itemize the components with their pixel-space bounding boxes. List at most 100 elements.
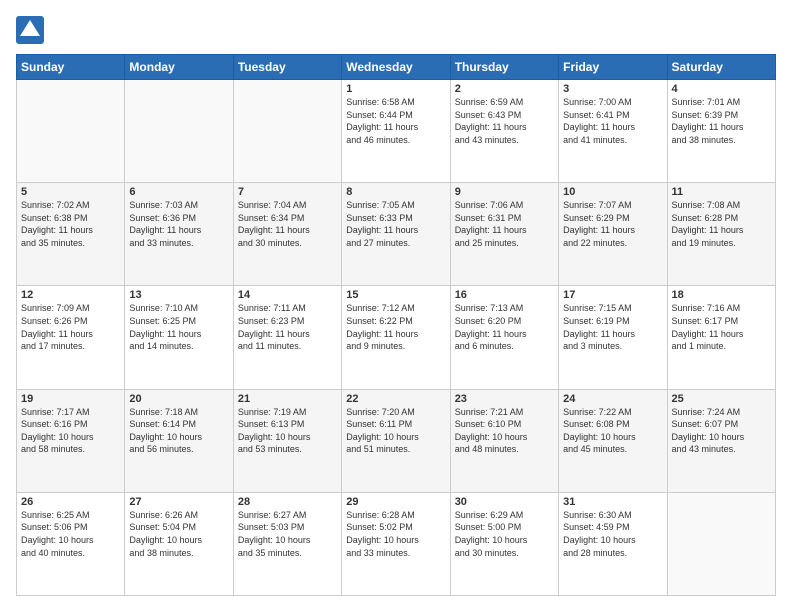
day-info: Sunrise: 7:05 AM Sunset: 6:33 PM Dayligh… xyxy=(346,199,445,249)
day-info: Sunrise: 7:04 AM Sunset: 6:34 PM Dayligh… xyxy=(238,199,337,249)
day-info: Sunrise: 7:15 AM Sunset: 6:19 PM Dayligh… xyxy=(563,302,662,352)
day-number: 28 xyxy=(238,496,337,508)
weekday-header-sunday: Sunday xyxy=(17,55,125,80)
day-number: 31 xyxy=(563,496,662,508)
day-info: Sunrise: 6:25 AM Sunset: 5:06 PM Dayligh… xyxy=(21,509,120,559)
day-info: Sunrise: 7:21 AM Sunset: 6:10 PM Dayligh… xyxy=(455,406,554,456)
day-number: 19 xyxy=(21,393,120,405)
weekday-header-row: SundayMondayTuesdayWednesdayThursdayFrid… xyxy=(17,55,776,80)
calendar-cell: 19Sunrise: 7:17 AM Sunset: 6:16 PM Dayli… xyxy=(17,389,125,492)
calendar-cell: 9Sunrise: 7:06 AM Sunset: 6:31 PM Daylig… xyxy=(450,183,558,286)
day-number: 12 xyxy=(21,289,120,301)
week-row-4: 26Sunrise: 6:25 AM Sunset: 5:06 PM Dayli… xyxy=(17,492,776,595)
day-number: 23 xyxy=(455,393,554,405)
day-info: Sunrise: 7:19 AM Sunset: 6:13 PM Dayligh… xyxy=(238,406,337,456)
day-info: Sunrise: 7:13 AM Sunset: 6:20 PM Dayligh… xyxy=(455,302,554,352)
weekday-header-monday: Monday xyxy=(125,55,233,80)
calendar-cell xyxy=(17,80,125,183)
day-info: Sunrise: 6:30 AM Sunset: 4:59 PM Dayligh… xyxy=(563,509,662,559)
day-number: 30 xyxy=(455,496,554,508)
day-number: 2 xyxy=(455,83,554,95)
calendar-cell: 16Sunrise: 7:13 AM Sunset: 6:20 PM Dayli… xyxy=(450,286,558,389)
week-row-1: 5Sunrise: 7:02 AM Sunset: 6:38 PM Daylig… xyxy=(17,183,776,286)
weekday-header-friday: Friday xyxy=(559,55,667,80)
day-info: Sunrise: 7:22 AM Sunset: 6:08 PM Dayligh… xyxy=(563,406,662,456)
calendar-cell: 17Sunrise: 7:15 AM Sunset: 6:19 PM Dayli… xyxy=(559,286,667,389)
header xyxy=(16,16,776,44)
page: SundayMondayTuesdayWednesdayThursdayFrid… xyxy=(0,0,792,612)
logo xyxy=(16,16,48,44)
calendar-cell: 11Sunrise: 7:08 AM Sunset: 6:28 PM Dayli… xyxy=(667,183,775,286)
calendar-cell: 21Sunrise: 7:19 AM Sunset: 6:13 PM Dayli… xyxy=(233,389,341,492)
day-number: 1 xyxy=(346,83,445,95)
day-number: 8 xyxy=(346,186,445,198)
day-number: 10 xyxy=(563,186,662,198)
calendar-cell: 3Sunrise: 7:00 AM Sunset: 6:41 PM Daylig… xyxy=(559,80,667,183)
day-number: 4 xyxy=(672,83,771,95)
day-number: 5 xyxy=(21,186,120,198)
weekday-header-saturday: Saturday xyxy=(667,55,775,80)
weekday-header-thursday: Thursday xyxy=(450,55,558,80)
day-info: Sunrise: 7:12 AM Sunset: 6:22 PM Dayligh… xyxy=(346,302,445,352)
calendar-cell: 12Sunrise: 7:09 AM Sunset: 6:26 PM Dayli… xyxy=(17,286,125,389)
calendar-cell: 7Sunrise: 7:04 AM Sunset: 6:34 PM Daylig… xyxy=(233,183,341,286)
day-number: 9 xyxy=(455,186,554,198)
day-number: 18 xyxy=(672,289,771,301)
day-number: 27 xyxy=(129,496,228,508)
weekday-header-wednesday: Wednesday xyxy=(342,55,450,80)
day-number: 29 xyxy=(346,496,445,508)
day-info: Sunrise: 7:24 AM Sunset: 6:07 PM Dayligh… xyxy=(672,406,771,456)
day-info: Sunrise: 7:01 AM Sunset: 6:39 PM Dayligh… xyxy=(672,96,771,146)
week-row-0: 1Sunrise: 6:58 AM Sunset: 6:44 PM Daylig… xyxy=(17,80,776,183)
day-info: Sunrise: 7:10 AM Sunset: 6:25 PM Dayligh… xyxy=(129,302,228,352)
calendar-cell: 29Sunrise: 6:28 AM Sunset: 5:02 PM Dayli… xyxy=(342,492,450,595)
week-row-2: 12Sunrise: 7:09 AM Sunset: 6:26 PM Dayli… xyxy=(17,286,776,389)
calendar-cell: 18Sunrise: 7:16 AM Sunset: 6:17 PM Dayli… xyxy=(667,286,775,389)
day-info: Sunrise: 7:08 AM Sunset: 6:28 PM Dayligh… xyxy=(672,199,771,249)
calendar-cell: 5Sunrise: 7:02 AM Sunset: 6:38 PM Daylig… xyxy=(17,183,125,286)
day-number: 26 xyxy=(21,496,120,508)
day-number: 14 xyxy=(238,289,337,301)
calendar-cell: 26Sunrise: 6:25 AM Sunset: 5:06 PM Dayli… xyxy=(17,492,125,595)
day-info: Sunrise: 6:28 AM Sunset: 5:02 PM Dayligh… xyxy=(346,509,445,559)
calendar-cell: 27Sunrise: 6:26 AM Sunset: 5:04 PM Dayli… xyxy=(125,492,233,595)
day-info: Sunrise: 6:26 AM Sunset: 5:04 PM Dayligh… xyxy=(129,509,228,559)
day-number: 6 xyxy=(129,186,228,198)
calendar-cell: 22Sunrise: 7:20 AM Sunset: 6:11 PM Dayli… xyxy=(342,389,450,492)
day-number: 17 xyxy=(563,289,662,301)
calendar-cell: 14Sunrise: 7:11 AM Sunset: 6:23 PM Dayli… xyxy=(233,286,341,389)
day-info: Sunrise: 7:20 AM Sunset: 6:11 PM Dayligh… xyxy=(346,406,445,456)
week-row-3: 19Sunrise: 7:17 AM Sunset: 6:16 PM Dayli… xyxy=(17,389,776,492)
calendar-cell xyxy=(667,492,775,595)
calendar-cell: 24Sunrise: 7:22 AM Sunset: 6:08 PM Dayli… xyxy=(559,389,667,492)
day-number: 3 xyxy=(563,83,662,95)
calendar-cell: 10Sunrise: 7:07 AM Sunset: 6:29 PM Dayli… xyxy=(559,183,667,286)
calendar-cell: 2Sunrise: 6:59 AM Sunset: 6:43 PM Daylig… xyxy=(450,80,558,183)
calendar-cell: 25Sunrise: 7:24 AM Sunset: 6:07 PM Dayli… xyxy=(667,389,775,492)
day-number: 24 xyxy=(563,393,662,405)
day-number: 7 xyxy=(238,186,337,198)
calendar-cell: 4Sunrise: 7:01 AM Sunset: 6:39 PM Daylig… xyxy=(667,80,775,183)
day-info: Sunrise: 7:07 AM Sunset: 6:29 PM Dayligh… xyxy=(563,199,662,249)
calendar-cell: 20Sunrise: 7:18 AM Sunset: 6:14 PM Dayli… xyxy=(125,389,233,492)
day-info: Sunrise: 7:18 AM Sunset: 6:14 PM Dayligh… xyxy=(129,406,228,456)
day-info: Sunrise: 6:58 AM Sunset: 6:44 PM Dayligh… xyxy=(346,96,445,146)
weekday-header-tuesday: Tuesday xyxy=(233,55,341,80)
day-number: 21 xyxy=(238,393,337,405)
calendar-cell: 30Sunrise: 6:29 AM Sunset: 5:00 PM Dayli… xyxy=(450,492,558,595)
calendar-cell: 23Sunrise: 7:21 AM Sunset: 6:10 PM Dayli… xyxy=(450,389,558,492)
logo-icon xyxy=(16,16,44,44)
day-info: Sunrise: 7:06 AM Sunset: 6:31 PM Dayligh… xyxy=(455,199,554,249)
day-info: Sunrise: 7:17 AM Sunset: 6:16 PM Dayligh… xyxy=(21,406,120,456)
day-info: Sunrise: 7:16 AM Sunset: 6:17 PM Dayligh… xyxy=(672,302,771,352)
day-info: Sunrise: 6:29 AM Sunset: 5:00 PM Dayligh… xyxy=(455,509,554,559)
day-info: Sunrise: 7:00 AM Sunset: 6:41 PM Dayligh… xyxy=(563,96,662,146)
day-number: 15 xyxy=(346,289,445,301)
day-number: 25 xyxy=(672,393,771,405)
calendar-cell: 6Sunrise: 7:03 AM Sunset: 6:36 PM Daylig… xyxy=(125,183,233,286)
calendar-cell: 15Sunrise: 7:12 AM Sunset: 6:22 PM Dayli… xyxy=(342,286,450,389)
calendar-cell: 13Sunrise: 7:10 AM Sunset: 6:25 PM Dayli… xyxy=(125,286,233,389)
day-info: Sunrise: 6:27 AM Sunset: 5:03 PM Dayligh… xyxy=(238,509,337,559)
day-number: 22 xyxy=(346,393,445,405)
calendar-cell: 8Sunrise: 7:05 AM Sunset: 6:33 PM Daylig… xyxy=(342,183,450,286)
